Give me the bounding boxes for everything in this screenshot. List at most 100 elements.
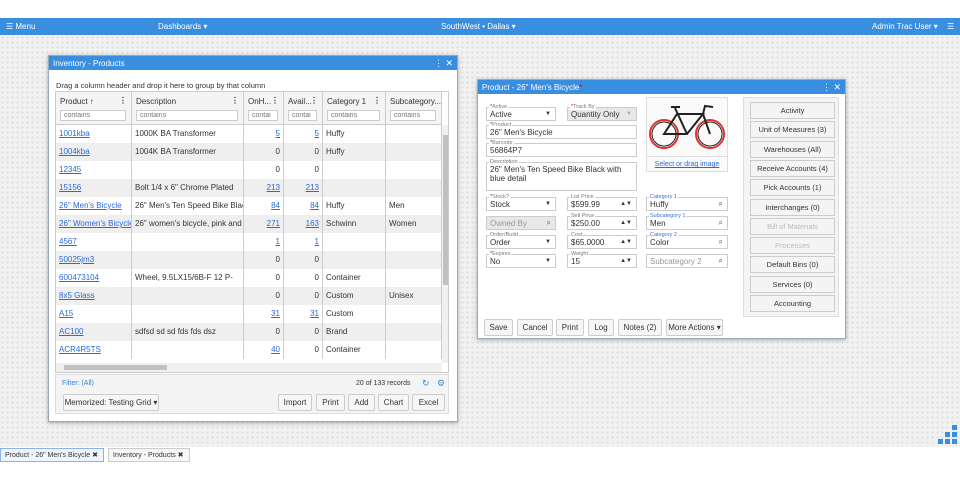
side-button[interactable]: Services (0) bbox=[750, 275, 835, 293]
table-row[interactable]: AC100 sdfsd sd sd fds fds dsz 0 0 Brand bbox=[56, 323, 442, 341]
table-row[interactable]: 4567 1 1 bbox=[56, 233, 442, 251]
excel-button[interactable]: Excel bbox=[412, 394, 445, 411]
save-button[interactable]: Save bbox=[484, 319, 513, 336]
table-row[interactable]: 1004kba 1004K BA Transformer 0 0 Huffy bbox=[56, 143, 442, 161]
column-header[interactable]: Product ↑ ⋮ bbox=[56, 92, 132, 125]
product-link[interactable]: 12345 bbox=[56, 161, 132, 179]
taskbar-tab-product[interactable]: Product - 26" Men's Bicycle ✖ bbox=[0, 448, 104, 462]
available-cell[interactable]: 213 bbox=[284, 179, 323, 197]
more-actions-button[interactable]: More Actions ▾ bbox=[666, 319, 723, 336]
column-filter-input[interactable] bbox=[136, 110, 238, 121]
product-link[interactable]: ACR4R5TS bbox=[56, 341, 132, 359]
stock-select[interactable]: *Stock? Stock ▼ bbox=[486, 194, 556, 211]
location-dropdown[interactable]: SouthWest • Dallas ▾ bbox=[441, 22, 516, 31]
table-row[interactable]: 1001kba 1000K BA Transformer 5 5 Huffy bbox=[56, 125, 442, 143]
column-menu-icon[interactable]: ⋮ bbox=[271, 96, 279, 105]
import-button[interactable]: Import bbox=[278, 394, 312, 411]
order-build-select[interactable]: Order/Build Order ▼ bbox=[486, 232, 556, 249]
side-button[interactable]: Activity bbox=[750, 102, 835, 119]
product-link[interactable]: 1001kba bbox=[56, 125, 132, 143]
side-button[interactable]: Default Bins (0) bbox=[750, 256, 835, 274]
barcode-field[interactable]: *Barcode 56864P7 bbox=[486, 140, 637, 157]
column-filter-input[interactable] bbox=[327, 110, 380, 121]
available-cell[interactable]: 163 bbox=[284, 215, 323, 233]
column-header[interactable]: Subcategory... bbox=[386, 92, 442, 125]
product-link[interactable]: 8x5 Glass bbox=[56, 287, 132, 305]
product-image[interactable]: Select or drag image bbox=[646, 97, 728, 172]
column-menu-icon[interactable]: ⋮ bbox=[119, 96, 127, 105]
sell-price-stepper[interactable]: Sell Price $250.00 ▲▼ bbox=[567, 213, 637, 230]
chart-button[interactable]: Chart bbox=[378, 394, 409, 411]
taskbar-tab-inventory[interactable]: Inventory - Products ✖ bbox=[108, 448, 190, 462]
column-filter-input[interactable] bbox=[288, 110, 317, 121]
weight-stepper[interactable]: Weight 15 ▲▼ bbox=[567, 251, 637, 268]
on-hand-cell[interactable]: 31 bbox=[244, 305, 284, 323]
table-row[interactable]: 15156 Bolt 1/4 x 6" Chrome Plated 213 213 bbox=[56, 179, 442, 197]
column-menu-icon[interactable]: ⋮ bbox=[310, 96, 318, 105]
column-header[interactable]: Category 1 ⋮ bbox=[323, 92, 386, 125]
description-field[interactable]: Description 26" Men's Ten Speed Bike Blac… bbox=[486, 159, 637, 191]
horizontal-scrollbar[interactable] bbox=[56, 363, 442, 372]
column-menu-icon[interactable]: ⋮ bbox=[373, 96, 381, 105]
product-link[interactable]: 1004kba bbox=[56, 143, 132, 161]
settings-icon[interactable]: ⚙ bbox=[437, 378, 445, 389]
column-menu-icon[interactable]: ⋮ bbox=[231, 96, 239, 105]
print-button[interactable]: Print bbox=[556, 319, 584, 336]
subcategory2-lookup[interactable]: Subcategory 2 ⌕ bbox=[646, 254, 728, 268]
on-hand-cell[interactable]: 5 bbox=[244, 125, 284, 143]
window-controls[interactable]: ⋮ ✕ bbox=[822, 82, 841, 93]
side-button[interactable]: Unit of Measures (3) bbox=[750, 121, 835, 139]
column-filter-input[interactable] bbox=[390, 110, 436, 121]
on-hand-cell[interactable]: 271 bbox=[244, 215, 284, 233]
log-button[interactable]: Log bbox=[588, 319, 614, 336]
product-link[interactable]: 4567 bbox=[56, 233, 132, 251]
table-row[interactable]: 26" Women's Bicycle 26" women's bicycle, … bbox=[56, 215, 442, 233]
table-row[interactable]: 26" Men's Bicycle 26" Men's Ten Speed Bik… bbox=[56, 197, 442, 215]
cancel-button[interactable]: Cancel bbox=[517, 319, 553, 336]
notes-button[interactable]: Notes (2) bbox=[618, 319, 662, 336]
add-button[interactable]: Add bbox=[348, 394, 375, 411]
side-button[interactable]: Warehouses (All) bbox=[750, 140, 835, 158]
expires-select[interactable]: *Expires No ▼ bbox=[486, 251, 556, 268]
inventory-titlebar[interactable]: Inventory - Products ⋮ ✕ bbox=[49, 56, 457, 70]
table-row[interactable]: 50025jm3 0 0 bbox=[56, 251, 442, 269]
available-cell[interactable]: 84 bbox=[284, 197, 323, 215]
window-controls[interactable]: ⋮ ✕ bbox=[434, 58, 453, 69]
category1-lookup[interactable]: Category 1 Huffy ⌕ bbox=[646, 194, 728, 211]
table-row[interactable]: ACR4R5TS 40 0 Container bbox=[56, 341, 442, 359]
product-link[interactable]: AC100 bbox=[56, 323, 132, 341]
table-row[interactable]: A15 31 31 Custom bbox=[56, 305, 442, 323]
category2-lookup[interactable]: Category 2 Color ⌕ bbox=[646, 232, 728, 249]
side-button[interactable]: Pick Accounts (1) bbox=[750, 179, 835, 197]
dashboards-dropdown[interactable]: Dashboards ▾ bbox=[158, 22, 207, 31]
app-menu-icon[interactable]: ☰ bbox=[947, 22, 954, 31]
available-cell[interactable]: 31 bbox=[284, 305, 323, 323]
product-link[interactable]: 15156 bbox=[56, 179, 132, 197]
on-hand-cell[interactable]: 1 bbox=[244, 233, 284, 251]
column-header[interactable]: OnH... ⋮ bbox=[244, 92, 284, 125]
on-hand-cell[interactable]: 213 bbox=[244, 179, 284, 197]
product-link[interactable]: 26" Men's Bicycle bbox=[56, 197, 132, 215]
owned-by-lookup[interactable]: Owned By ⌕ bbox=[486, 216, 556, 230]
user-menu[interactable]: Admin Trac User ▾ bbox=[872, 22, 938, 31]
product-field[interactable]: *Product 26" Men's Bicycle bbox=[486, 122, 637, 139]
side-button[interactable]: Accounting bbox=[750, 295, 835, 312]
print-button[interactable]: Print bbox=[316, 394, 345, 411]
product-link[interactable]: 50025jm3 bbox=[56, 251, 132, 269]
refresh-icon[interactable]: ↻ bbox=[422, 378, 430, 389]
vertical-scrollbar[interactable] bbox=[442, 125, 448, 363]
product-link[interactable]: 600473104 bbox=[56, 269, 132, 287]
product-link[interactable]: 26" Women's Bicycle bbox=[56, 215, 132, 233]
available-cell[interactable]: 1 bbox=[284, 233, 323, 251]
column-filter-input[interactable] bbox=[60, 110, 126, 121]
product-titlebar[interactable]: Product - 26" Men's Bicycle* ⋮ ✕ bbox=[478, 80, 845, 94]
tile-icon[interactable] bbox=[938, 425, 958, 445]
select-image-link[interactable]: Select or drag image bbox=[647, 156, 727, 168]
menu-button[interactable]: ☰ Menu bbox=[6, 22, 35, 31]
memorized-dropdown[interactable]: Memorized: Testing Grid ▾ bbox=[63, 394, 159, 411]
on-hand-cell[interactable]: 40 bbox=[244, 341, 284, 359]
column-header[interactable]: Description ⋮ bbox=[132, 92, 244, 125]
filter-link[interactable]: Filter: (All) bbox=[62, 380, 94, 387]
available-cell[interactable]: 5 bbox=[284, 125, 323, 143]
table-row[interactable]: 8x5 Glass 0 0 Custom Unisex bbox=[56, 287, 442, 305]
